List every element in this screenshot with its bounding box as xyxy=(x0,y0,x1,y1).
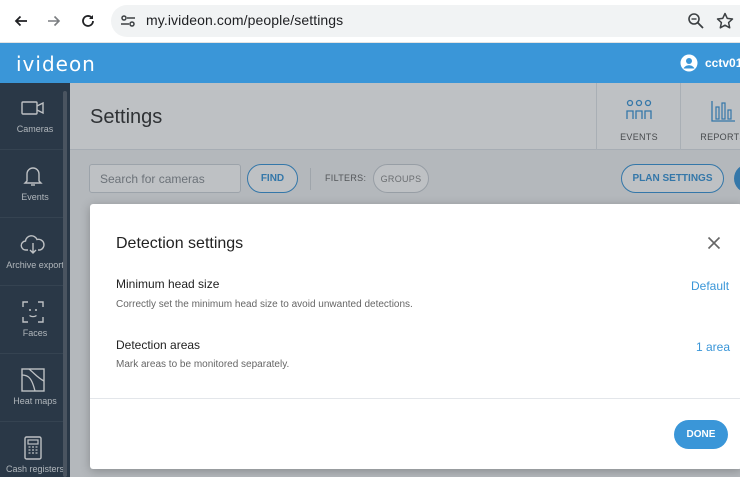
url-text[interactable]: my.ivideon.com/people/settings xyxy=(146,12,343,28)
back-arrow-icon[interactable] xyxy=(9,9,33,33)
min-head-size-title: Minimum head size xyxy=(116,277,220,291)
zoom-icon[interactable] xyxy=(687,12,705,30)
bookmark-star-icon[interactable] xyxy=(715,11,735,31)
detection-areas-value-link[interactable]: 1 area xyxy=(696,340,730,354)
done-button[interactable]: DONE xyxy=(674,420,728,449)
detection-areas-description: Mark areas to be monitored separately. xyxy=(116,359,290,370)
user-account-icon[interactable] xyxy=(680,54,698,72)
user-name[interactable]: cctv01 xyxy=(705,56,740,70)
detection-settings-dialog: Detection settings Minimum head size Cor… xyxy=(90,204,740,469)
close-icon[interactable] xyxy=(707,236,721,250)
app-header: ivideon cctv01 xyxy=(0,43,740,83)
dialog-divider xyxy=(90,398,740,399)
address-bar[interactable]: my.ivideon.com/people/settings xyxy=(111,5,740,37)
dialog-title: Detection settings xyxy=(116,235,244,252)
detection-areas-title: Detection areas xyxy=(116,338,201,352)
min-head-size-description: Correctly set the minimum head size to a… xyxy=(116,299,413,310)
reload-icon[interactable] xyxy=(76,9,100,33)
ivideon-logo[interactable]: ivideon xyxy=(16,52,96,76)
min-head-size-value-link[interactable]: Default xyxy=(691,279,729,293)
site-settings-icon[interactable] xyxy=(118,11,138,31)
browser-toolbar: my.ivideon.com/people/settings xyxy=(0,0,740,43)
forward-arrow-icon[interactable] xyxy=(42,9,66,33)
